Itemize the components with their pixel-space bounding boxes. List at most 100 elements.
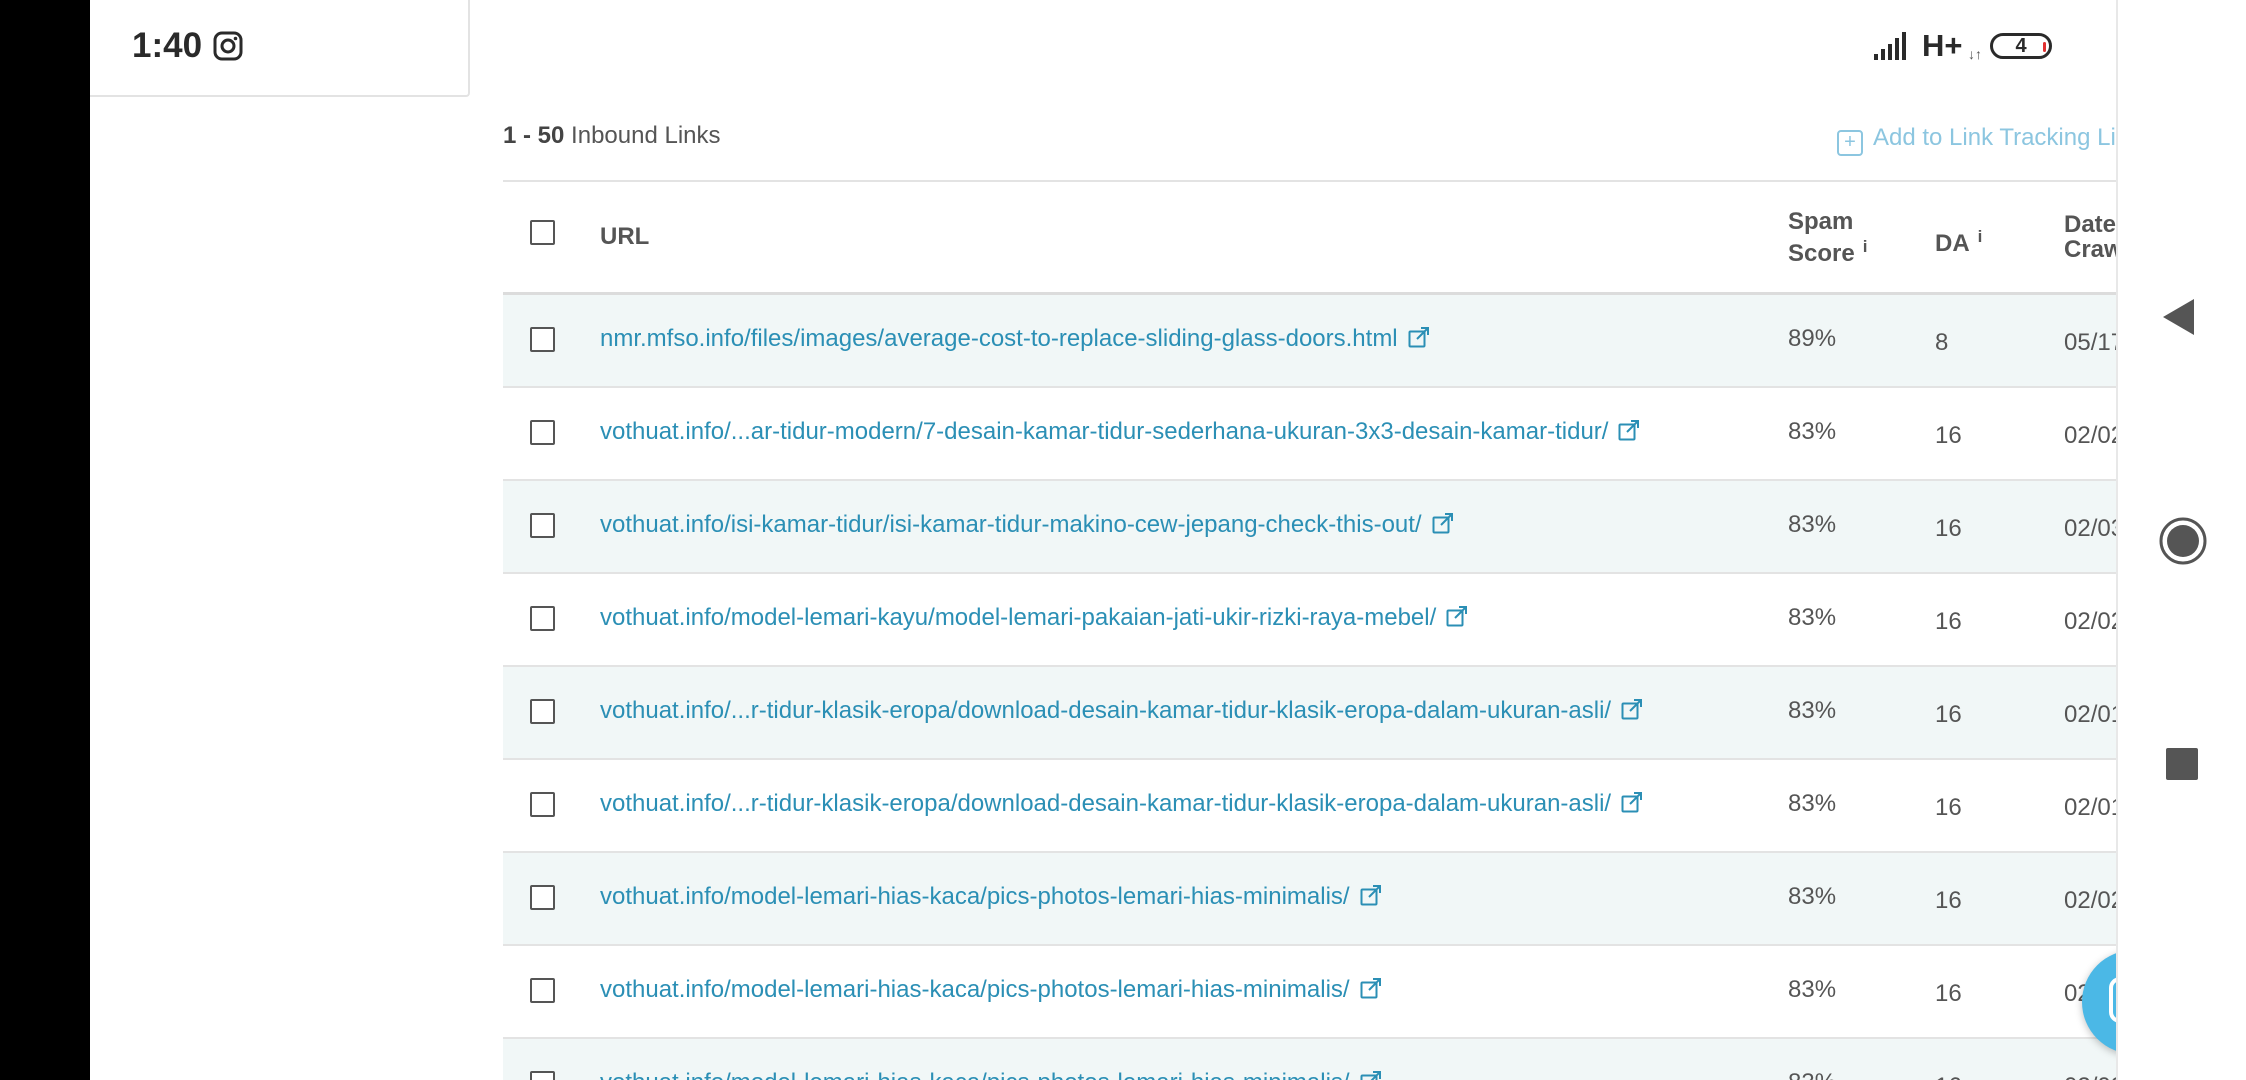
battery-icon: 4 <box>1990 33 2052 59</box>
url-link[interactable]: vothuat.info/isi-kamar-tidur/isi-kamar-t… <box>600 511 1454 541</box>
da-cell: 16 <box>1935 980 1962 1007</box>
app-screen: 1:40 H+ ↓↑ 4 1 - 50 Inbound Links + Add … <box>90 0 2116 1080</box>
url-link[interactable]: vothuat.info/model-lemari-hias-kaca/pics… <box>600 883 1382 913</box>
row-checkbox[interactable] <box>530 606 555 631</box>
spam-score-cell: 83% <box>1788 1069 1836 1080</box>
external-link-icon[interactable] <box>1621 791 1643 820</box>
table-header: URL Spam Scorei DAi Date Crawled <box>503 180 2116 295</box>
url-text[interactable]: vothuat.info/model-lemari-hias-kaca/pics… <box>600 1069 1350 1080</box>
external-link-icon[interactable] <box>1618 419 1640 448</box>
url-text[interactable]: nmr.mfso.info/files/images/average-cost-… <box>600 325 1398 352</box>
url-link[interactable]: vothuat.info/...ar-tidur-modern/7-desain… <box>600 418 1640 448</box>
network-type: H+ <box>1922 28 1963 63</box>
da-info-icon[interactable]: i <box>1978 227 1983 246</box>
da-header-label: DA <box>1935 230 1970 257</box>
table-body: nmr.mfso.info/files/images/average-cost-… <box>503 295 2116 1080</box>
external-link-icon[interactable] <box>1432 512 1454 541</box>
table-row: vothuat.info/model-lemari-hias-kaca/pics… <box>503 853 2116 946</box>
da-cell: 16 <box>1935 1073 1962 1080</box>
url-link[interactable]: vothuat.info/model-lemari-hias-kaca/pics… <box>600 976 1382 1006</box>
column-header-da[interactable]: DA i <box>1935 224 1982 256</box>
row-checkbox[interactable] <box>530 513 555 538</box>
row-checkbox[interactable] <box>530 327 555 352</box>
spam-score-cell: 83% <box>1788 697 1837 724</box>
spam-score-cell: 83% <box>1788 604 1837 631</box>
external-link-icon[interactable] <box>1446 605 1468 634</box>
da-cell: 16 <box>1935 887 1962 914</box>
spam-header-line2: Score <box>1788 240 1855 267</box>
spam-score-cell: 89% <box>1788 325 1837 352</box>
url-text[interactable]: vothuat.info/model-lemari-hias-kaca/pics… <box>600 883 1350 910</box>
row-checkbox[interactable] <box>530 978 555 1003</box>
chat-icon <box>2109 977 2116 1023</box>
spam-score-cell: 83% <box>1788 511 1837 538</box>
url-text[interactable]: vothuat.info/model-lemari-kayu/model-lem… <box>600 604 1436 631</box>
url-link[interactable]: nmr.mfso.info/files/images/average-cost-… <box>600 325 1430 355</box>
da-cell: 16 <box>1935 794 1962 821</box>
url-link[interactable]: vothuat.info/...r-tidur-klasik-eropa/dow… <box>600 790 1643 820</box>
network-activity-icon: ↓↑ <box>1968 46 1982 62</box>
spam-score-cell: 83% <box>1788 976 1837 1003</box>
recents-icon[interactable] <box>2166 748 2198 785</box>
row-checkbox[interactable] <box>530 1071 555 1080</box>
add-to-link-tracking-button[interactable]: + Add to Link Tracking List <box>1837 124 2116 156</box>
back-icon[interactable] <box>2162 298 2196 341</box>
signal-icon <box>1874 30 1914 65</box>
spam-info-icon[interactable]: i <box>1863 237 1868 256</box>
navigation-bar <box>2116 0 2246 1080</box>
table-row: vothuat.info/...ar-tidur-modern/7-desain… <box>503 388 2116 481</box>
spam-score-cell: 83% <box>1788 418 1837 445</box>
url-link[interactable]: vothuat.info/model-lemari-hias-kaca/pics… <box>600 1069 1382 1080</box>
status-bar: 1:40 H+ ↓↑ 4 <box>90 0 2116 97</box>
date-crawled-cell: 02/03/2019 <box>2064 515 2116 542</box>
spam-score-cell: 83% <box>1788 883 1837 910</box>
row-checkbox[interactable] <box>530 885 555 910</box>
table-row: vothuat.info/...r-tidur-klasik-eropa/dow… <box>503 760 2116 853</box>
date-header-line2: Crawled <box>2064 236 2116 263</box>
date-crawled-cell: 02/02/2019 <box>2064 887 2116 914</box>
da-cell: 16 <box>1935 515 1962 542</box>
url-text[interactable]: vothuat.info/isi-kamar-tidur/isi-kamar-t… <box>600 511 1422 538</box>
date-crawled-cell: 02/02/2019 <box>2064 422 2116 449</box>
da-cell: 16 <box>1935 701 1962 728</box>
row-checkbox[interactable] <box>530 699 555 724</box>
table-row: vothuat.info/model-lemari-hias-kaca/pics… <box>503 1039 2116 1080</box>
external-link-icon[interactable] <box>1408 326 1430 355</box>
plus-icon: + <box>1837 130 1863 156</box>
external-link-icon[interactable] <box>1360 977 1382 1006</box>
home-icon[interactable] <box>2158 516 2208 571</box>
column-header-url[interactable]: URL <box>600 224 649 249</box>
spam-header-line1: Spam <box>1788 208 1854 235</box>
column-header-spam-score[interactable]: Spam Score i <box>1788 209 1867 266</box>
external-link-icon[interactable] <box>1621 698 1643 727</box>
battery-level: 4 <box>2015 35 2027 57</box>
results-range: 1 - 50 <box>503 122 565 149</box>
row-checkbox[interactable] <box>530 792 555 817</box>
url-text[interactable]: vothuat.info/...r-tidur-klasik-eropa/dow… <box>600 697 1611 724</box>
url-link[interactable]: vothuat.info/model-lemari-kayu/model-lem… <box>600 604 1468 634</box>
date-header-line1: Date <box>2064 211 2116 238</box>
table-row: vothuat.info/model-lemari-hias-kaca/pics… <box>503 946 2116 1039</box>
external-link-icon[interactable] <box>1360 1070 1382 1080</box>
spam-score-cell: 83% <box>1788 790 1837 817</box>
table-row: nmr.mfso.info/files/images/average-cost-… <box>503 295 2116 388</box>
select-all-checkbox[interactable] <box>530 220 555 245</box>
column-header-date-crawled[interactable]: Date Crawled <box>2064 212 2116 262</box>
battery-low-indicator <box>2043 42 2046 52</box>
da-cell: 8 <box>1935 329 1949 356</box>
inbound-links-table: URL Spam Scorei DAi Date Crawled nmr.mfs… <box>503 180 2116 1080</box>
left-panel: 1:40 <box>90 0 470 97</box>
table-row: vothuat.info/...r-tidur-klasik-eropa/dow… <box>503 667 2116 760</box>
url-text[interactable]: vothuat.info/...r-tidur-klasik-eropa/dow… <box>600 790 1611 817</box>
url-text[interactable]: vothuat.info/...ar-tidur-modern/7-desain… <box>600 418 1608 445</box>
results-label: Inbound Links <box>571 122 721 149</box>
add-tracking-label: Add to Link Tracking List <box>1873 124 2116 151</box>
url-link[interactable]: vothuat.info/...r-tidur-klasik-eropa/dow… <box>600 697 1643 727</box>
row-checkbox[interactable] <box>530 420 555 445</box>
instagram-icon <box>212 30 244 62</box>
da-cell: 16 <box>1935 422 1962 449</box>
da-cell: 16 <box>1935 608 1962 635</box>
external-link-icon[interactable] <box>1360 884 1382 913</box>
date-crawled-cell: 02/02/2019 <box>2064 608 2116 635</box>
url-text[interactable]: vothuat.info/model-lemari-hias-kaca/pics… <box>600 976 1350 1003</box>
